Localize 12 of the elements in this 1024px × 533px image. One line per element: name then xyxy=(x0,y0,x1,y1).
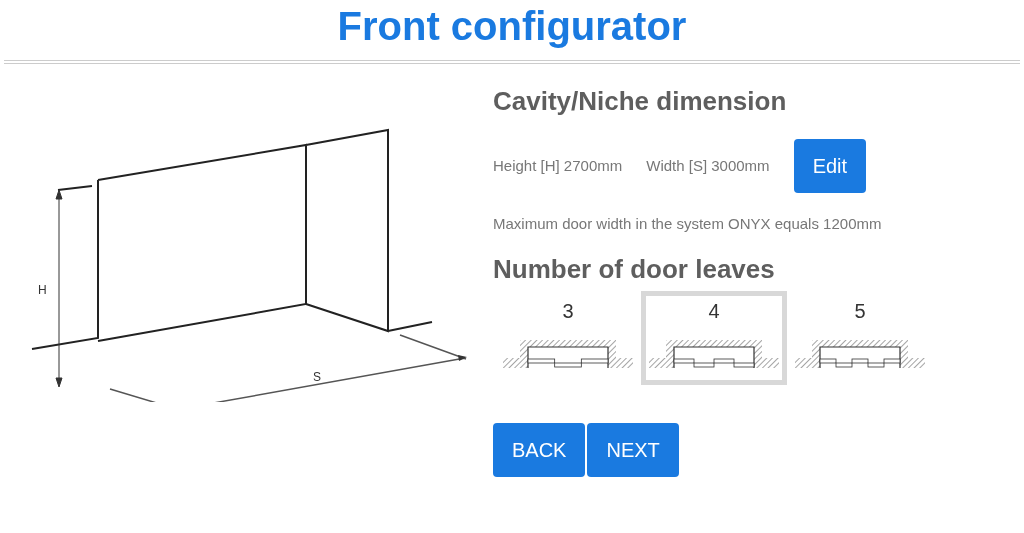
section-heading: Number of door leaves xyxy=(493,253,776,285)
section-heading: Cavity/Niche dimension xyxy=(493,86,788,118)
width-value: Width [S] 3000mm xyxy=(646,155,770,176)
page-title: Front configurator xyxy=(336,3,688,50)
max-width-note: Maximum door width in the system ONYX equals 1200mm xyxy=(493,214,883,235)
width-label: S xyxy=(313,370,321,384)
height-value: Height [H] 2700mm xyxy=(493,155,623,176)
edit-button[interactable]: Edit xyxy=(793,139,867,194)
height-label: H xyxy=(38,283,47,297)
door-leaves-option[interactable]: 4 xyxy=(641,290,787,385)
back-button[interactable]: BACK xyxy=(493,422,586,477)
next-button[interactable]: NEXT xyxy=(587,422,679,477)
